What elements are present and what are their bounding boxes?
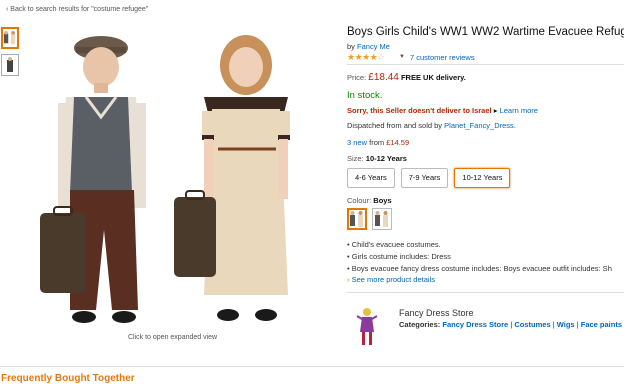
size-option-4-6[interactable]: 4-6 Years bbox=[347, 168, 395, 188]
thumbnail-2[interactable] bbox=[1, 54, 19, 76]
empty-star-icon: ☆ bbox=[377, 52, 385, 62]
size-label-text: Size: bbox=[347, 154, 364, 163]
store-logo-icon[interactable] bbox=[354, 306, 380, 348]
size-options: 4-6 Years 7-9 Years 10-12 Years bbox=[347, 168, 511, 188]
colour-label-text: Colour: bbox=[347, 196, 372, 205]
dispatch-text: Dispatched from and sold by bbox=[347, 121, 443, 130]
brand-link[interactable]: Fancy Me bbox=[357, 42, 390, 51]
price-label: Price: bbox=[347, 73, 367, 82]
delivery-warning-text: Sorry, this Seller doesn't deliver to Is… bbox=[347, 106, 492, 115]
size-label: Size: 10-12 Years bbox=[347, 154, 407, 163]
colour-selected: Boys bbox=[373, 196, 392, 205]
filled-stars: ★★★★ bbox=[347, 52, 378, 62]
see-more-row: › See more product details bbox=[347, 275, 435, 284]
frequently-bought-together-heading: Frequently Bought Together bbox=[1, 373, 135, 384]
dispatch-info: Dispatched from and sold by Planet_Fancy… bbox=[347, 121, 516, 130]
customer-reviews-link[interactable]: 7 customer reviews bbox=[410, 53, 475, 62]
by-prefix: by bbox=[347, 42, 355, 51]
feature-bullet: Child's evacuee costumes. bbox=[347, 240, 612, 249]
new-offers-link[interactable]: 3 new bbox=[347, 138, 367, 147]
new-price: £14.59 bbox=[386, 138, 410, 147]
seller-link[interactable]: Planet_Fancy_Dress. bbox=[444, 121, 516, 130]
category-link-wigs[interactable]: Wigs bbox=[557, 320, 575, 329]
delivery-warning: Sorry, this Seller doesn't deliver to Is… bbox=[347, 106, 538, 115]
thumbnail-strip bbox=[1, 27, 21, 81]
delivery-text: FREE UK delivery. bbox=[400, 73, 466, 82]
store-name: Fancy Dress Store bbox=[399, 308, 474, 318]
price-value: £18.44 bbox=[368, 72, 399, 83]
feature-bullets: Child's evacuee costumes. Girls costume … bbox=[347, 240, 612, 276]
category-link-costumes[interactable]: Costumes bbox=[514, 320, 550, 329]
size-option-10-12[interactable]: 10-12 Years bbox=[454, 168, 511, 188]
product-title: Boys Girls Child's WW1 WW2 Wartime Evacu… bbox=[347, 26, 624, 38]
colour-swatch-boys[interactable] bbox=[347, 208, 367, 230]
main-product-image[interactable] bbox=[26, 25, 326, 330]
categories-label: Categories: bbox=[399, 320, 441, 329]
expand-hint: Click to open expanded view bbox=[128, 334, 218, 341]
price-row: Price: £18.44 FREE UK delivery. bbox=[347, 72, 466, 83]
divider bbox=[347, 292, 624, 293]
back-to-results-link[interactable]: ‹ Back to search results for "costume re… bbox=[6, 6, 148, 13]
category-link-face-paints[interactable]: Face paints bbox=[581, 320, 622, 329]
see-more-link[interactable]: See more product details bbox=[352, 275, 435, 284]
store-categories: Categories: Fancy Dress Store | Costumes… bbox=[399, 320, 622, 329]
brand-line: by Fancy Me bbox=[347, 42, 390, 51]
size-option-7-9[interactable]: 7-9 Years bbox=[400, 168, 449, 188]
triangle-right-icon: › bbox=[347, 275, 350, 284]
learn-more-link[interactable]: Learn more bbox=[500, 106, 538, 115]
colour-swatch-girls[interactable] bbox=[372, 208, 392, 230]
thumbnail-1[interactable] bbox=[1, 27, 19, 49]
feature-bullet: Girls costume includes: Dress bbox=[347, 252, 612, 261]
stock-status: In stock. bbox=[347, 90, 383, 101]
colour-label: Colour: Boys bbox=[347, 196, 392, 205]
category-link-fancy-dress-store[interactable]: Fancy Dress Store bbox=[442, 320, 508, 329]
chevron-down-icon[interactable]: ▼ bbox=[399, 54, 405, 60]
colour-options bbox=[347, 208, 392, 230]
divider bbox=[347, 64, 624, 65]
new-offers: 3 new from £14.59 bbox=[347, 138, 409, 147]
new-from-text: from bbox=[369, 138, 385, 147]
feature-bullet: Boys evacuee fancy dress costume include… bbox=[347, 264, 612, 273]
divider bbox=[0, 366, 624, 367]
size-selected: 10-12 Years bbox=[365, 154, 407, 163]
star-rating[interactable]: ★★★★☆ bbox=[347, 52, 385, 63]
